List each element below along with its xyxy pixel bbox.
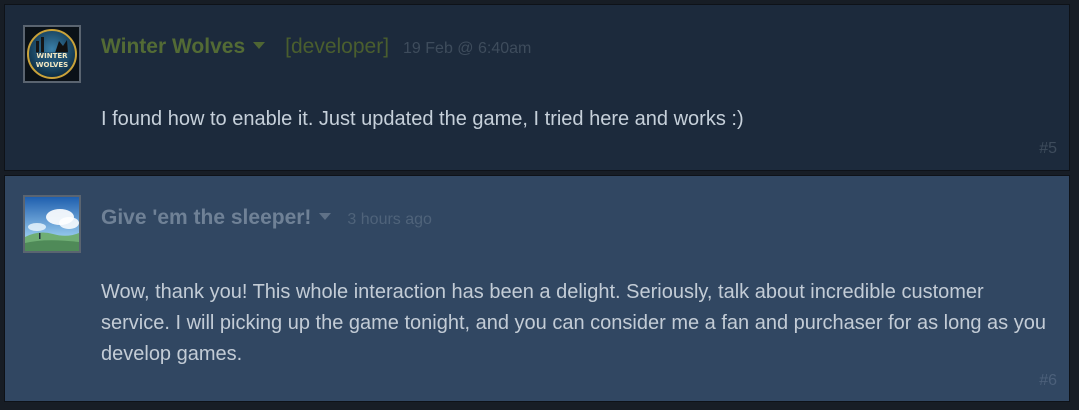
post-timestamp: 3 hours ago [347, 211, 432, 228]
avatar[interactable]: WINTER WOLVES [23, 25, 81, 83]
post-number[interactable]: #5 [1039, 140, 1057, 158]
avatar[interactable] [23, 195, 81, 253]
post-message: Wow, thank you! This whole interaction h… [101, 281, 1046, 365]
developer-badge: [developer] [285, 35, 390, 58]
post-timestamp: 19 Feb @ 6:40am [403, 40, 532, 57]
author-name[interactable]: Give 'em the sleeper! [101, 206, 311, 230]
avatar-text: WINTER WOLVES [36, 52, 68, 69]
author-name[interactable]: Winter Wolves [101, 35, 245, 59]
post-message: I found how to enable it. Just updated t… [101, 108, 744, 130]
comment-post: WINTER WOLVES Winter Wolves [developer] … [4, 4, 1070, 171]
chevron-down-icon[interactable] [319, 213, 332, 220]
winter-wolves-logo-avatar-icon: WINTER WOLVES [25, 27, 79, 81]
post-number[interactable]: #6 [1039, 372, 1057, 390]
post-header: Winter Wolves [developer] 19 Feb @ 6:40a… [101, 35, 531, 65]
chevron-down-icon[interactable] [253, 42, 266, 49]
landscape-sky-avatar-icon [25, 197, 79, 251]
post-header: Give 'em the sleeper! 3 hours ago [101, 206, 432, 236]
svg-text:WINTER: WINTER [36, 52, 68, 60]
comment-post: Give 'em the sleeper! 3 hours ago Wow, t… [4, 175, 1070, 402]
svg-text:WOLVES: WOLVES [36, 61, 68, 69]
discussion-thread: WINTER WOLVES Winter Wolves [developer] … [0, 0, 1079, 410]
